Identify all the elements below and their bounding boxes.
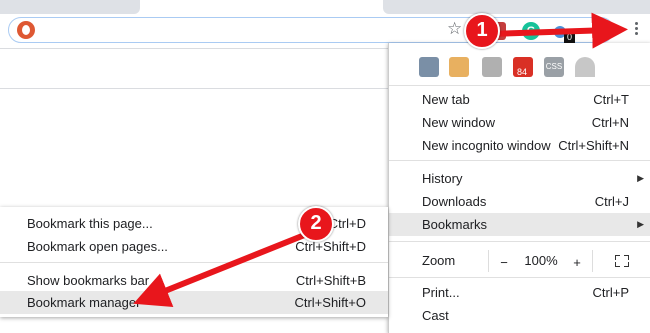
- menu-item-cast[interactable]: Cast: [389, 304, 650, 327]
- css-ext-icon[interactable]: CSS: [544, 57, 564, 77]
- menu-separator: [389, 85, 650, 86]
- tab-right[interactable]: [383, 0, 650, 14]
- grammarly-icon[interactable]: G: [522, 22, 540, 40]
- step-1-badge: 1: [464, 13, 500, 49]
- extensions-strip: G 0: [488, 20, 606, 43]
- mail-ext-icon[interactable]: 84: [513, 57, 533, 77]
- step-2-badge: 2: [298, 206, 334, 242]
- menu-item-new-tab[interactable]: New tab Ctrl+T: [389, 88, 650, 111]
- page-divider: [0, 88, 388, 89]
- extension-badge: 0: [564, 32, 576, 43]
- arch-ext-icon[interactable]: [575, 57, 595, 77]
- robot-ext-icon[interactable]: [482, 57, 502, 77]
- menu-item-new-window[interactable]: New window Ctrl+N: [389, 111, 650, 134]
- menu-separator: [389, 160, 650, 161]
- menu-item-history[interactable]: History ▶: [389, 167, 650, 190]
- fullscreen-icon[interactable]: [615, 255, 629, 267]
- menu-extension-icons: 84 CSS: [389, 43, 650, 83]
- menu-separator: [389, 241, 650, 242]
- submenu-item-show-bookmarks-bar[interactable]: Show bookmarks bar Ctrl+Shift+B: [0, 269, 388, 292]
- chrome-menu: 84 CSS New tab Ctrl+T New window Ctrl+N …: [388, 43, 650, 333]
- submenu-arrow-icon: ▶: [637, 173, 644, 183]
- zoom-value: 100%: [524, 253, 558, 268]
- submenu-arrow-icon: ▶: [637, 219, 644, 229]
- menu-item-bookmarks[interactable]: Bookmarks ▶: [389, 213, 650, 236]
- zoom-row: Zoom − 100% +: [389, 248, 650, 274]
- menu-kebab-icon[interactable]: [633, 20, 639, 40]
- submenu-item-bookmark-open-pages[interactable]: Bookmark open pages... Ctrl+Shift+D: [0, 235, 388, 258]
- submenu-item-bookmark-manager[interactable]: Bookmark manager Ctrl+Shift+O: [0, 291, 388, 314]
- bookmark-star-icon[interactable]: ☆: [447, 18, 462, 40]
- zoom-in-button[interactable]: +: [562, 250, 593, 272]
- face-ext-icon[interactable]: [449, 57, 469, 77]
- screenshot-ext-icon[interactable]: [419, 57, 439, 77]
- menu-item-new-incognito[interactable]: New incognito window Ctrl+Shift+N: [389, 134, 650, 157]
- menu-item-print[interactable]: Print... Ctrl+P: [389, 281, 650, 304]
- submenu-separator: [0, 262, 388, 263]
- mail-count-badge: 84: [516, 67, 529, 77]
- tab-left[interactable]: [0, 0, 140, 14]
- zoom-out-button[interactable]: −: [488, 250, 519, 272]
- duckduckgo-icon: [17, 21, 35, 39]
- menu-separator: [389, 277, 650, 278]
- menu-item-downloads[interactable]: Downloads Ctrl+J: [389, 190, 650, 213]
